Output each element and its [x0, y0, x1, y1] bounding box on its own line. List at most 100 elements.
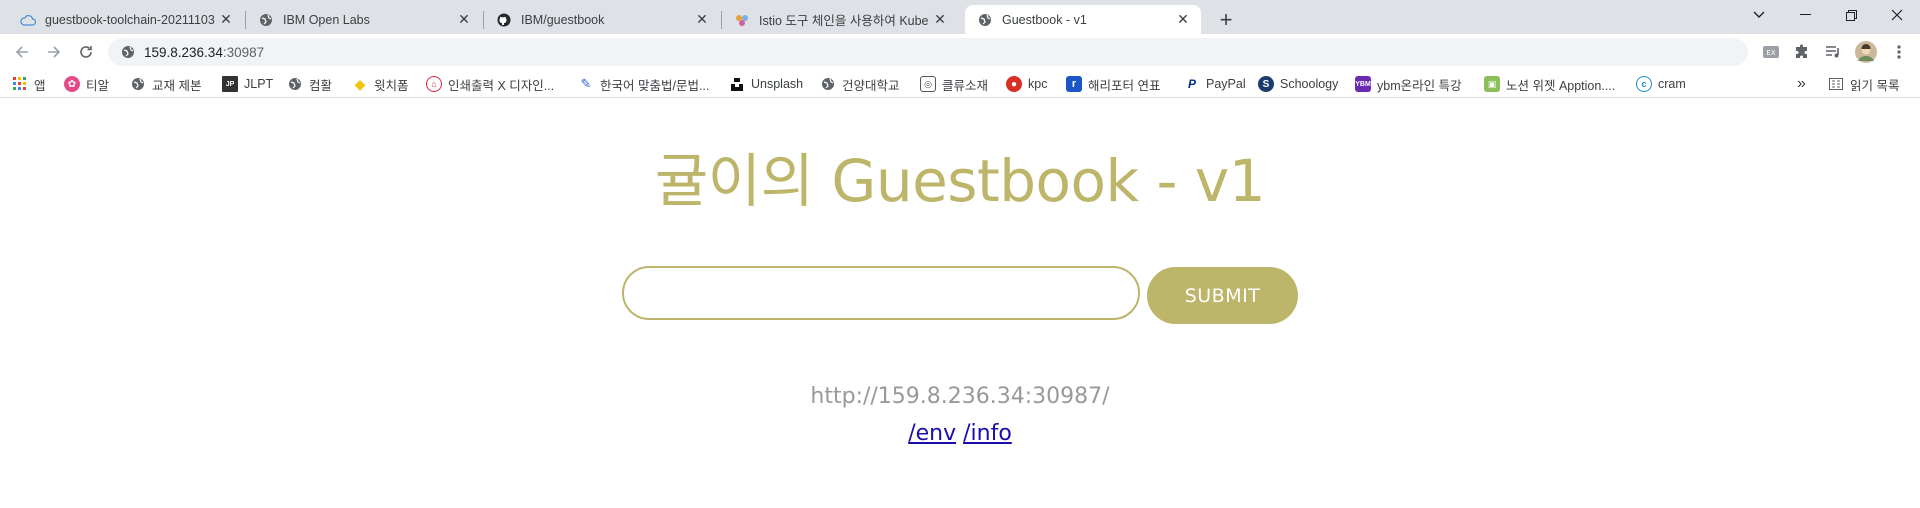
- url-port: :30987: [222, 44, 265, 60]
- apption-icon: ▣: [1484, 76, 1500, 92]
- globe-icon: [820, 76, 836, 92]
- tab-title: Guestbook - v1: [1002, 12, 1087, 27]
- menu-icon[interactable]: [1888, 41, 1910, 63]
- minimize-button[interactable]: [1782, 0, 1828, 30]
- bookmark-item[interactable]: JP JLPT: [222, 74, 273, 94]
- tial-icon: ✿: [64, 76, 80, 92]
- ybm-icon: YBM: [1355, 76, 1371, 92]
- globe-icon: [977, 12, 993, 28]
- media-control-icon[interactable]: [1822, 41, 1844, 63]
- bookmark-item[interactable]: ▣ 노션 위젯 Apption....: [1484, 74, 1615, 94]
- bookmark-label: ybm온라인 특강: [1377, 78, 1462, 93]
- close-icon[interactable]: ✕: [694, 11, 710, 28]
- bookmark-item[interactable]: ● kpc: [1006, 74, 1047, 94]
- new-tab-button[interactable]: +: [1212, 6, 1240, 34]
- browser-toolbar: 159.8.236.34:30987 EX: [0, 34, 1920, 70]
- close-window-button[interactable]: [1874, 0, 1920, 30]
- bookmark-item[interactable]: ✎ 한국어 맞춤법/문법...: [578, 74, 710, 94]
- close-icon[interactable]: ✕: [932, 11, 948, 28]
- grammar-icon: ✎: [580, 76, 592, 91]
- info-links: /env /info: [0, 421, 1920, 446]
- bookmark-label: 건양대학교: [842, 78, 900, 93]
- info-link[interactable]: /info: [963, 421, 1012, 446]
- bookmark-item[interactable]: r 해리포터 연표: [1066, 74, 1160, 94]
- bookmark-apps[interactable]: 앱: [12, 74, 46, 94]
- bookmark-label: cram: [1658, 77, 1686, 91]
- bookmark-label: 앱: [34, 78, 46, 93]
- kpc-icon: ●: [1006, 76, 1022, 92]
- arrow-left-icon: [15, 46, 28, 58]
- bookmark-item[interactable]: 교재 제본: [130, 74, 201, 94]
- bookmark-label: 노션 위젯 Apption....: [1506, 78, 1616, 93]
- tab-ibm-open-labs[interactable]: IBM Open Labs ✕: [246, 5, 482, 34]
- bookmark-label: 클류소재: [942, 78, 989, 93]
- unsplash-icon: [729, 76, 745, 92]
- bookmark-item[interactable]: S Schoology: [1258, 74, 1338, 94]
- site-info-icon[interactable]: [120, 44, 136, 60]
- reading-list-label: 읽기 목록: [1850, 78, 1900, 93]
- minimize-icon: [1799, 14, 1811, 15]
- bookmark-item[interactable]: 컴활: [287, 74, 332, 94]
- tab-title: IBM Open Labs: [283, 12, 370, 27]
- tab-guestbook-v1[interactable]: Guestbook - v1 ✕: [965, 5, 1201, 34]
- bookmark-label: 티알: [86, 78, 110, 93]
- bookmark-label: 윗치폼: [374, 78, 409, 93]
- avatar[interactable]: [1854, 40, 1878, 64]
- close-icon[interactable]: ✕: [1175, 11, 1191, 28]
- bookmarks-overflow-button[interactable]: »: [1797, 74, 1806, 94]
- bookmark-item[interactable]: P PayPal: [1184, 74, 1246, 94]
- bookmark-item[interactable]: ✿ 티알: [64, 74, 109, 94]
- back-button[interactable]: [8, 38, 36, 66]
- guestbook-page: 귤이의 Guestbook - v1 SUBMIT http://159.8.2…: [0, 98, 1920, 508]
- puzzle-icon[interactable]: [1791, 41, 1813, 63]
- reload-button[interactable]: [72, 38, 100, 66]
- forward-button[interactable]: [40, 38, 68, 66]
- address-bar[interactable]: 159.8.236.34:30987: [108, 38, 1748, 66]
- bookmark-item[interactable]: ◆ 윗치폼: [352, 74, 409, 94]
- tab-istio-toolchain[interactable]: Istio 도구 체인을 사용하여 Kube ✕: [722, 5, 958, 34]
- page-title: 귤이의 Guestbook - v1: [654, 147, 1266, 215]
- guestbook-entry-input[interactable]: [622, 266, 1140, 320]
- witchform-icon: ◆: [354, 75, 366, 92]
- bookmark-label: 인쇄출력 X 디자인...: [448, 78, 555, 93]
- restore-button[interactable]: [1828, 0, 1874, 30]
- tab-search-button[interactable]: [1736, 0, 1782, 30]
- print-icon: ⌂: [426, 76, 442, 92]
- tab-guestbook-toolchain[interactable]: guestbook-toolchain-20211103 ✕: [8, 5, 244, 34]
- apps-grid-icon: [12, 76, 28, 92]
- url-text: 159.8.236.34:30987: [144, 45, 264, 60]
- bookmark-label: kpc: [1028, 77, 1048, 91]
- clip-material-icon: ◎: [920, 76, 936, 92]
- bookmark-item[interactable]: ⌂ 인쇄출력 X 디자인...: [426, 74, 554, 94]
- cram-icon: c: [1636, 76, 1652, 92]
- bookmark-item[interactable]: ◎ 클류소재: [920, 74, 988, 94]
- globe-icon: [258, 12, 274, 28]
- bookmark-label: PayPal: [1206, 77, 1246, 91]
- istio-icon: [734, 12, 750, 28]
- bookmarks-bar: 앱 ✿ 티알 교재 제본 JP JLPT 컴활 ◆ 윗치폼 ⌂ 인쇄출력 X 디…: [0, 70, 1920, 98]
- svg-text:EX: EX: [1766, 49, 1775, 57]
- globe-icon: [287, 76, 303, 92]
- reading-list-button[interactable]: 읽기 목록: [1828, 74, 1899, 94]
- close-icon[interactable]: ✕: [218, 11, 234, 28]
- bookmark-item[interactable]: c cram: [1636, 74, 1686, 94]
- bookmark-item[interactable]: 건양대학교: [820, 74, 900, 94]
- tab-ibm-guestbook[interactable]: IBM/guestbook ✕: [484, 5, 720, 34]
- extension-icon[interactable]: EX: [1760, 41, 1782, 63]
- reading-list-icon: [1828, 76, 1844, 92]
- submit-button[interactable]: SUBMIT: [1147, 267, 1298, 324]
- github-icon: [496, 12, 512, 28]
- tab-title: guestbook-toolchain-20211103: [45, 12, 215, 27]
- harry-potter-icon: r: [1066, 76, 1082, 92]
- bookmark-label: JLPT: [244, 77, 274, 91]
- bookmark-label: Unsplash: [751, 77, 804, 91]
- env-link[interactable]: /env: [908, 421, 956, 446]
- paypal-icon: P: [1187, 77, 1196, 91]
- reload-icon: [80, 46, 92, 58]
- tab-title: Istio 도구 체인을 사용하여 Kube: [759, 14, 929, 28]
- cloud-icon: [20, 12, 36, 28]
- close-icon[interactable]: ✕: [456, 11, 472, 28]
- bookmark-item[interactable]: Unsplash: [729, 74, 803, 94]
- close-icon: [1891, 9, 1903, 21]
- bookmark-item[interactable]: YBM ybm온라인 특강: [1355, 74, 1462, 94]
